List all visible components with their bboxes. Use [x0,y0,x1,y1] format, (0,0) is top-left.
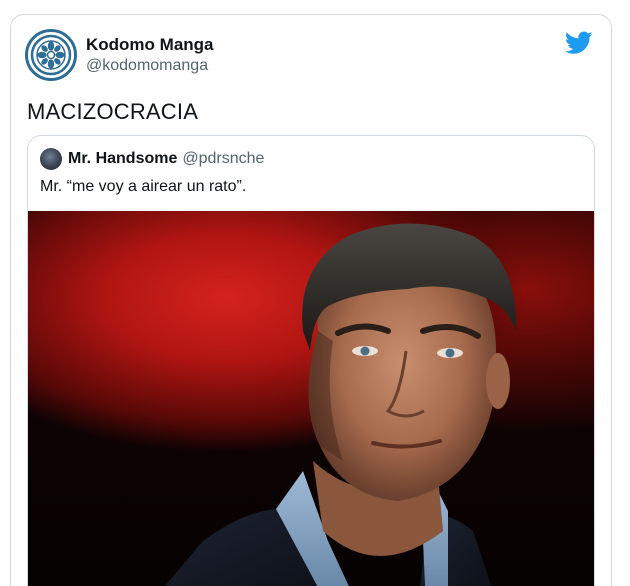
quoted-tweet-text: Mr. “me voy a airear un rato”. [40,178,247,195]
wheel-logo-icon [30,34,72,76]
tweet-text: MACIZOCRACIA [27,99,199,124]
twitter-bird-icon[interactable] [565,31,593,55]
portrait-illustration [164,223,517,586]
author-avatar[interactable] [25,29,77,81]
quoted-tweet[interactable]: Mr. Handsome @pdrsnche Mr. “me voy a air… [27,135,595,586]
quoted-author-avatar[interactable] [40,148,62,170]
tweet-header: Kodomo Manga @kodomomanga [25,29,214,81]
quoted-author-display-name[interactable]: Mr. Handsome [68,150,177,168]
quoted-tweet-header: Mr. Handsome @pdrsnche [40,148,264,170]
quoted-tweet-photo[interactable] [28,211,594,586]
quoted-author-handle[interactable]: @pdrsnche [182,150,264,168]
author-display-name[interactable]: Kodomo Manga [86,34,214,55]
tweet-card[interactable]: Kodomo Manga @kodomomanga MACIZOCRACIA M… [10,14,612,586]
author-handle[interactable]: @kodomomanga [86,55,214,76]
author-names: Kodomo Manga @kodomomanga [86,34,214,76]
